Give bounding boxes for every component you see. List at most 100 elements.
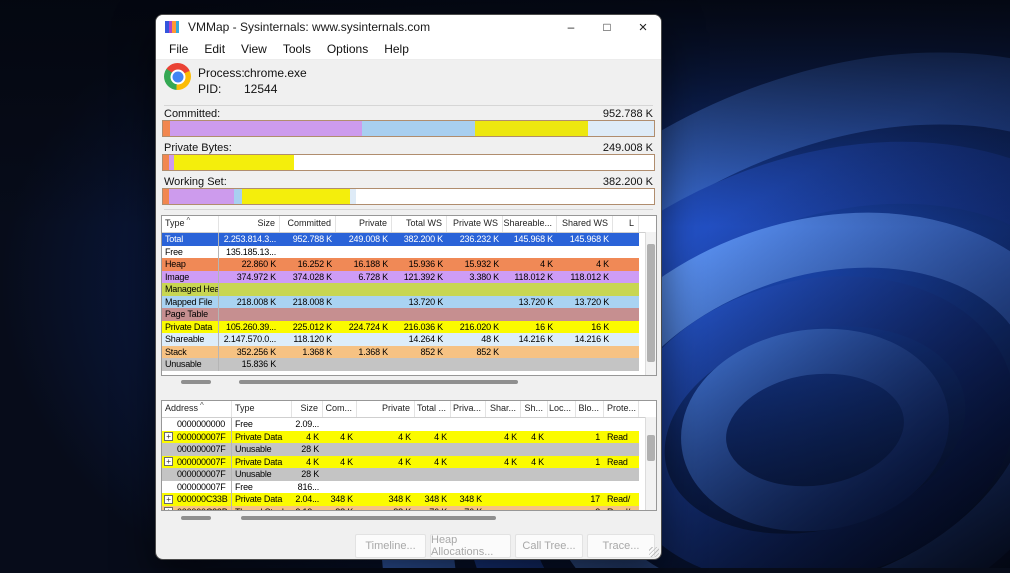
menu-tools[interactable]: Tools <box>275 42 319 56</box>
column-header-total-ws[interactable]: Total WS <box>392 216 447 232</box>
value-cell <box>521 506 548 511</box>
value-cell: 15.932 K <box>464 259 500 269</box>
value-cell <box>604 481 639 494</box>
column-header-private[interactable]: Private <box>357 401 415 417</box>
table-row[interactable]: Stack 352.256 K 1.368 K 1.368 K 852 K 852 K <box>162 345 639 359</box>
scrollbar-thumb[interactable] <box>647 435 655 461</box>
scrollbar-thumb[interactable] <box>239 380 518 384</box>
process-name: chrome.exe <box>244 66 307 80</box>
process-label: Process: <box>198 66 245 80</box>
value-cell: Unusable <box>235 444 272 454</box>
call-tree-button[interactable]: Call Tree... <box>515 534 583 558</box>
column-header-private-ws[interactable]: Private WS <box>447 216 503 232</box>
value-cell: 3 <box>576 506 604 511</box>
value-cell: 852 K <box>476 346 499 357</box>
summary-vertical-scrollbar[interactable] <box>645 232 656 375</box>
table-row[interactable]: 000000C33B+Thread Stack2.12...88 K88 K76… <box>162 505 639 511</box>
detail-vertical-scrollbar[interactable] <box>645 417 656 510</box>
table-row[interactable]: 0000000000 Free 2.09... <box>162 418 639 431</box>
address-cell: 000000007F + <box>162 455 232 468</box>
value-cell: Free <box>235 481 253 492</box>
table-row[interactable]: 000000007F + Private Data 4 K 4 K 4 K 4 K 4 K 4 … <box>162 455 639 468</box>
value-cell <box>557 246 613 259</box>
menu-help[interactable]: Help <box>376 42 417 56</box>
menu-edit[interactable]: Edit <box>196 42 233 56</box>
close-button[interactable]: × <box>625 15 661 39</box>
value-cell <box>613 346 639 359</box>
menu-view[interactable]: View <box>233 42 275 56</box>
column-header-com[interactable]: Com... <box>323 401 357 417</box>
column-header-loc[interactable]: Loc... <box>548 401 576 417</box>
table-row[interactable]: 000000C33B + Private Data 2.04... 348 K 348 K… <box>162 493 639 506</box>
table-row[interactable]: 000000007F Unusable 28 K <box>162 468 639 481</box>
value-cell <box>451 418 486 431</box>
summary-horizontal-scrollbar[interactable] <box>161 378 657 386</box>
heap-allocations-button[interactable]: Heap Allocations... <box>430 534 511 558</box>
table-row[interactable]: Private Data 105.260.39... 225.012 K 224.72… <box>162 320 639 333</box>
value-cell: Read <box>607 456 628 467</box>
timeline-button[interactable]: Timeline... <box>355 534 426 558</box>
column-header-sh[interactable]: Sh... <box>521 401 548 417</box>
value-cell: 852 K <box>420 346 443 357</box>
column-header-private[interactable]: Private <box>336 216 392 232</box>
table-row[interactable]: Total 2.253.814.3... 952.788 K 249.008 K 382… <box>162 233 639 246</box>
table-row[interactable]: Free 135.185.13... <box>162 245 639 259</box>
column-header-shareable[interactable]: Shareable... <box>503 216 557 232</box>
value-cell <box>451 468 486 481</box>
scrollbar-thumb[interactable] <box>181 380 211 384</box>
column-header-l[interactable]: L <box>613 216 639 232</box>
gauge-label: Private Bytes: <box>164 142 232 154</box>
table-row[interactable]: Heap 22.860 K 16.252 K 16.188 K 15.936 K 15.9… <box>162 258 639 271</box>
column-header-label: Size <box>300 403 318 413</box>
expand-icon[interactable]: + <box>164 507 173 510</box>
column-header-type[interactable]: Type <box>232 401 292 417</box>
table-row[interactable]: Managed Heap <box>162 283 639 296</box>
value-cell <box>323 443 357 456</box>
column-header-priva[interactable]: Priva... <box>451 401 486 417</box>
value-cell <box>613 296 639 309</box>
value-cell: 225.012 K <box>292 321 332 332</box>
title-bar[interactable]: VMMap - Sysinternals: www.sysinternals.c… <box>156 15 661 39</box>
value-cell <box>521 418 548 431</box>
table-row[interactable]: 000000007F Unusable 28 K <box>162 443 639 456</box>
detail-horizontal-scrollbar[interactable] <box>161 514 657 522</box>
resize-grip[interactable] <box>649 547 659 557</box>
column-header-committed[interactable]: Committed <box>280 216 336 232</box>
footer-button-row: Timeline... Heap Allocations... Call Tree.… <box>156 532 661 559</box>
table-row[interactable]: Image 374.972 K 374.028 K 6.728 K 121.392 K 3… <box>162 270 639 283</box>
column-header-total[interactable]: Total ... <box>415 401 451 417</box>
value-cell <box>548 418 576 431</box>
column-header-shar[interactable]: Shar... <box>486 401 521 417</box>
column-header-address[interactable]: Address ^ <box>162 401 232 417</box>
expand-icon[interactable]: + <box>164 494 173 504</box>
table-row[interactable]: Shareable 2.147.570.0... 118.120 K 14.264 K… <box>162 333 639 346</box>
value-cell <box>280 308 336 321</box>
column-header-size[interactable]: Size <box>219 216 280 232</box>
table-row[interactable]: Mapped File 218.008 K 218.008 K 13.720 K 13.… <box>162 295 639 309</box>
scrollbar-thumb[interactable] <box>647 244 655 362</box>
value-cell: 4 K <box>340 456 353 467</box>
value-cell: 4 K <box>340 431 353 442</box>
column-header-blo[interactable]: Blo... <box>576 401 604 417</box>
value-cell <box>280 246 336 259</box>
column-header-type[interactable]: Type ^ <box>162 216 219 232</box>
table-row[interactable]: Page Table <box>162 308 639 321</box>
table-row[interactable]: 000000007F Free 816... <box>162 480 639 494</box>
menu-file[interactable]: File <box>161 42 196 56</box>
maximize-button[interactable]: □ <box>589 15 625 39</box>
column-header-label: Type <box>235 403 255 413</box>
column-header-shared-ws[interactable]: Shared WS <box>557 216 613 232</box>
minimize-button[interactable]: – <box>553 15 589 39</box>
table-row[interactable]: Unusable 15.836 K <box>162 358 639 371</box>
scrollbar-thumb[interactable] <box>241 516 496 520</box>
expand-icon[interactable]: + <box>164 457 173 466</box>
summary-table-header: Type ^ Size Committed Private Total WS Private… <box>162 216 656 233</box>
expand-icon[interactable]: + <box>164 432 173 441</box>
column-header-size[interactable]: Size <box>292 401 323 417</box>
column-header-prote[interactable]: Prote... <box>604 401 639 417</box>
trace-button[interactable]: Trace... <box>587 534 655 558</box>
table-row[interactable]: 000000007F + Private Data 4 K 4 K 4 K 4 K 4 K 4 … <box>162 430 639 443</box>
scrollbar-thumb[interactable] <box>181 516 211 520</box>
type-cell: Managed Heap <box>162 283 219 296</box>
menu-options[interactable]: Options <box>319 42 376 56</box>
